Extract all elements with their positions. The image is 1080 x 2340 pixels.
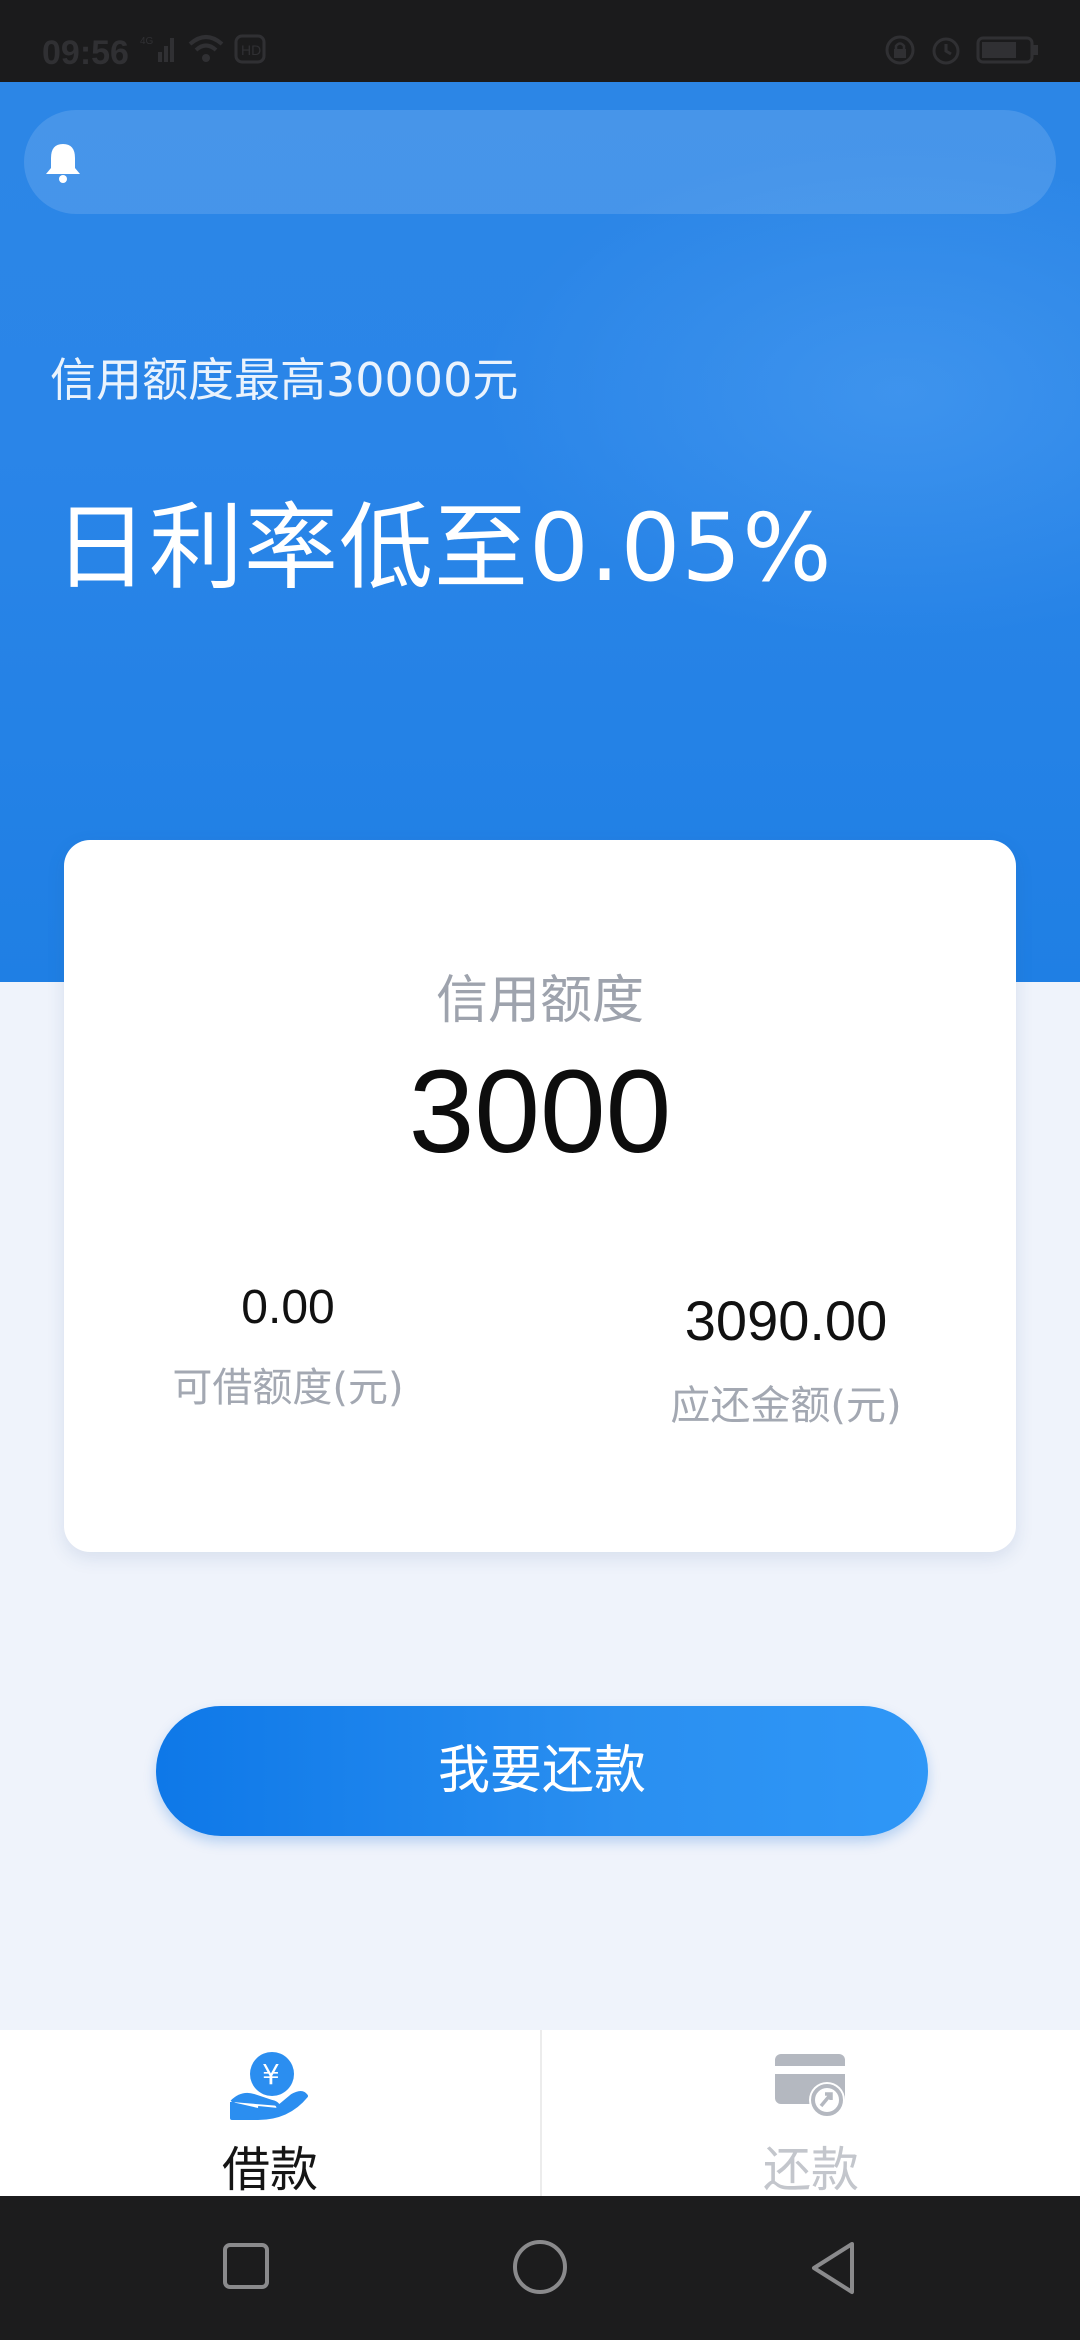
tab-loan[interactable]: ¥ 借款 bbox=[0, 2030, 540, 2198]
svg-text:HD: HD bbox=[241, 42, 261, 58]
credit-limit-amount: 3000 bbox=[408, 1046, 672, 1178]
svg-text:4G: 4G bbox=[140, 36, 154, 47]
signal-icon: 4G bbox=[140, 34, 178, 64]
lock-icon bbox=[884, 34, 916, 66]
hd-icon: HD bbox=[234, 34, 266, 64]
available-credit: 0.00 可借额度(元) bbox=[118, 1280, 458, 1413]
available-credit-value: 0.00 bbox=[241, 1281, 335, 1334]
amount-due-value: 3090.00 bbox=[684, 1289, 888, 1352]
tab-bar: ¥ 借款 还款 bbox=[0, 2030, 1080, 2198]
system-nav-bar bbox=[0, 2196, 1080, 2340]
repay-card-icon bbox=[769, 2048, 853, 2128]
status-bar: 09:56 4G HD bbox=[0, 0, 1080, 82]
available-credit-caption: 可借额度(元) bbox=[172, 1365, 404, 1411]
notice-bar[interactable] bbox=[24, 110, 1056, 214]
status-left-icons: 4G HD bbox=[140, 34, 266, 64]
loan-hand-icon: ¥ bbox=[228, 2048, 312, 2128]
amount-due: 3090.00 应还金额(元) bbox=[616, 1288, 956, 1431]
alarm-icon bbox=[930, 34, 962, 66]
battery-icon bbox=[976, 34, 1040, 66]
svg-text:¥: ¥ bbox=[262, 2058, 280, 2091]
wifi-icon bbox=[188, 34, 224, 64]
tab-repay-label: 还款 bbox=[762, 2142, 859, 2198]
tab-repay[interactable]: 还款 bbox=[540, 2030, 1080, 2198]
credit-card-panel: 信用额度 3000 0.00 可借额度(元) 3090.00 应还金额(元) bbox=[64, 840, 1016, 1552]
home-icon[interactable] bbox=[512, 2240, 568, 2300]
repay-button[interactable]: 我要还款 bbox=[156, 1706, 928, 1836]
bell-icon bbox=[42, 140, 84, 188]
hero-subtitle: 信用额度最高30000元 bbox=[50, 353, 519, 407]
tab-loan-label: 借款 bbox=[221, 2142, 318, 2198]
credit-limit-label: 信用额度 bbox=[435, 971, 644, 1031]
status-right-icons bbox=[884, 34, 1040, 66]
recent-apps-icon[interactable] bbox=[222, 2240, 270, 2296]
back-icon[interactable] bbox=[808, 2240, 858, 2300]
status-time: 09:56 bbox=[42, 34, 129, 72]
hero-title: 日利率低至0.05% bbox=[54, 494, 833, 603]
amount-due-caption: 应还金额(元) bbox=[670, 1383, 902, 1429]
